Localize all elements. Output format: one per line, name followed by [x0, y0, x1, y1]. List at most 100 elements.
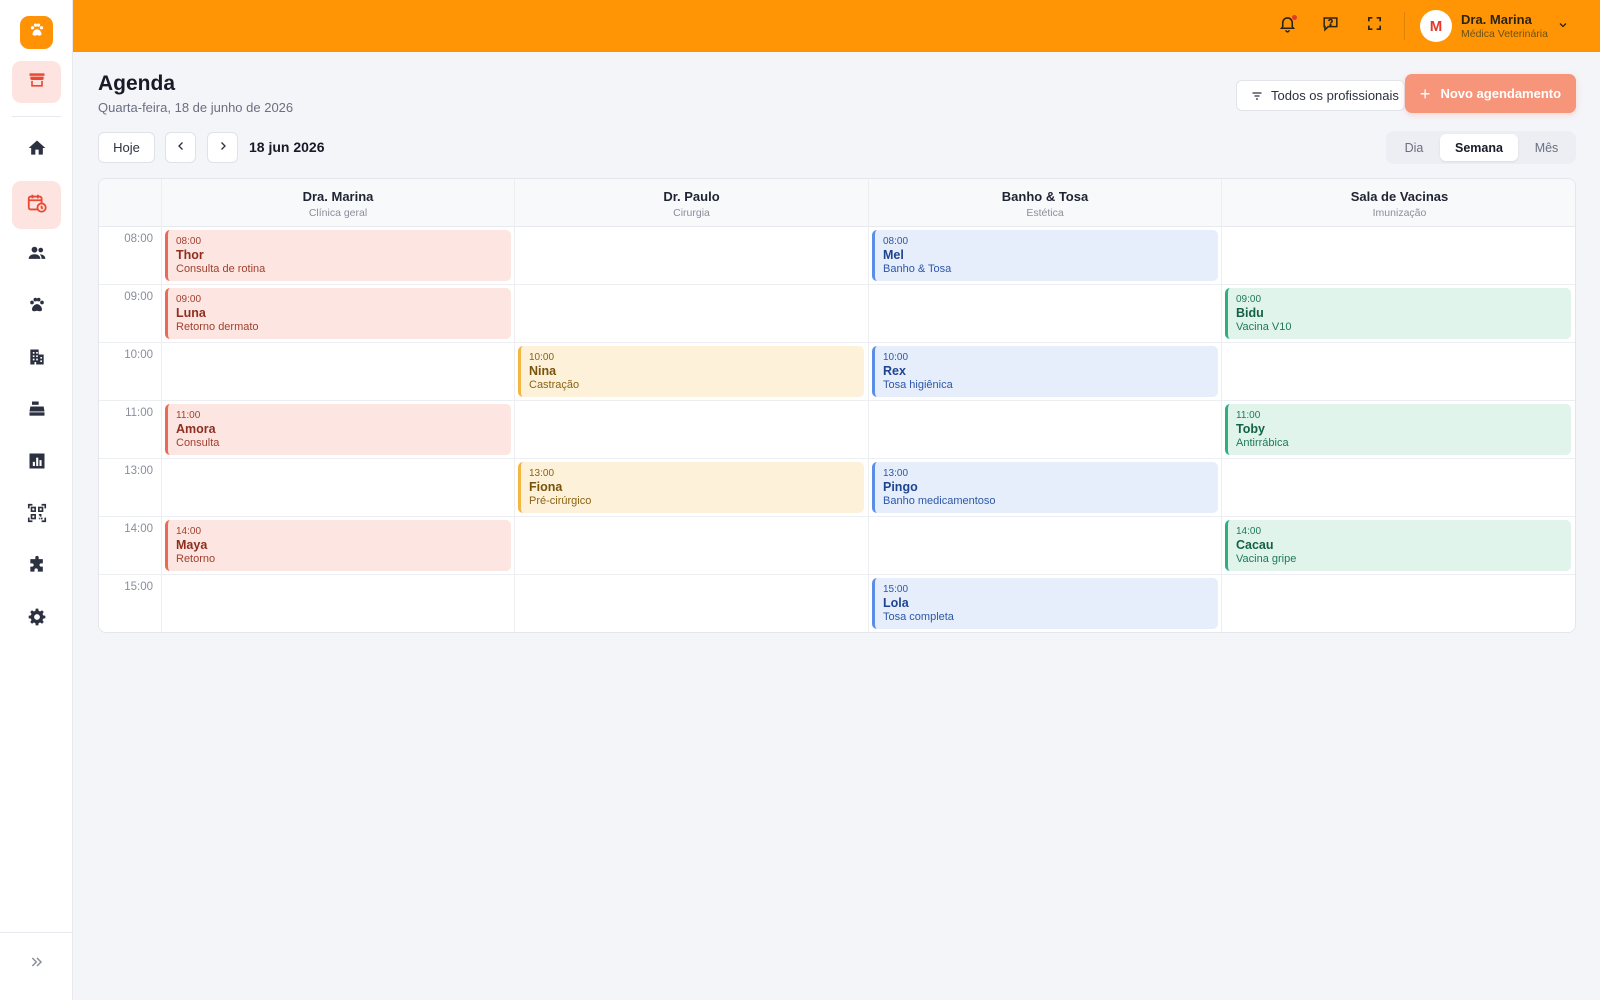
- sidebar-item-home[interactable]: [12, 129, 61, 171]
- sidebar-item-integrations[interactable]: [12, 546, 61, 588]
- appointment-pet: Bidu: [1236, 306, 1264, 320]
- time-label: 08:00: [124, 233, 153, 245]
- chevron-down-icon[interactable]: [1557, 18, 1569, 36]
- appointment-time: 10:00: [883, 352, 909, 363]
- appointment-time: 13:00: [529, 468, 555, 479]
- appointment-service: Banho & Tosa: [883, 263, 952, 275]
- sidebar-expand-button[interactable]: [12, 944, 61, 984]
- appointment-card[interactable]: 08:00 Thor Consulta de rotina: [165, 230, 511, 281]
- calendar-header: Dra. Marina Clínica geral Dr. Paulo Ciru…: [99, 179, 1575, 227]
- appointment-service: Banho medicamentoso: [883, 495, 996, 507]
- appointment-pet: Mel: [883, 248, 904, 262]
- fullscreen-button[interactable]: [1362, 14, 1386, 38]
- new-appointment-label: Novo agendamento: [1440, 86, 1562, 101]
- sidebar-item-clients[interactable]: [12, 234, 61, 276]
- appointment-card[interactable]: 11:00 Toby Antirrábica: [1225, 404, 1571, 455]
- plus-icon: +: [1419, 83, 1431, 104]
- appointment-service: Vacina gripe: [1236, 553, 1297, 565]
- appointment-card[interactable]: 09:00 Luna Retorno dermato: [165, 288, 511, 339]
- appointment-time: 09:00: [1236, 294, 1262, 305]
- appointment-card[interactable]: 13:00 Fiona Pré-cirúrgico: [518, 462, 864, 513]
- appointment-card[interactable]: 13:00 Pingo Banho medicamentoso: [872, 462, 1218, 513]
- appointment-pet: Luna: [176, 306, 206, 320]
- appointment-time: 13:00: [883, 468, 909, 479]
- filter-label: Todos os profissionais: [1271, 88, 1399, 103]
- user-name[interactable]: Dra. Marina: [1461, 12, 1532, 27]
- appointment-card[interactable]: 09:00 Bidu Vacina V10: [1225, 288, 1571, 339]
- sidebar-item-pets[interactable]: [12, 286, 61, 328]
- appointment-card[interactable]: 14:00 Maya Retorno: [165, 520, 511, 571]
- calendar-clock-icon: [26, 192, 48, 219]
- chevrons-right-icon: [29, 954, 45, 975]
- time-label: 14:00: [124, 523, 153, 535]
- appointment-service: Antirrábica: [1236, 437, 1289, 449]
- calendar-grid: Dra. Marina Clínica geral Dr. Paulo Ciru…: [98, 178, 1576, 633]
- appointment-pet: Nina: [529, 364, 557, 378]
- appointment-card[interactable]: 08:00 Mel Banho & Tosa: [872, 230, 1218, 281]
- time-row: 15:00: [99, 575, 1575, 632]
- user-role: Médica Veterinária: [1461, 28, 1548, 40]
- appointment-card[interactable]: 10:00 Rex Tosa higiênica: [872, 346, 1218, 397]
- column-name: Dr. Paulo: [663, 189, 720, 204]
- sidebar-divider: [12, 116, 61, 117]
- notification-dot: [1292, 15, 1297, 20]
- page-date: Quarta-feira, 18 de junho de 2026: [98, 100, 294, 115]
- new-appointment-button[interactable]: + Novo agendamento: [1405, 74, 1576, 113]
- appointment-pet: Fiona: [529, 480, 563, 494]
- column-header: Banho & Tosa Estética: [868, 179, 1221, 227]
- appointment-service: Castração: [529, 379, 580, 391]
- appointment-card[interactable]: 11:00 Amora Consulta: [165, 404, 511, 455]
- store-icon: [27, 70, 47, 95]
- sidebar-item-store[interactable]: [12, 61, 61, 103]
- column-name: Dra. Marina: [302, 189, 374, 204]
- column-divider: [1221, 179, 1222, 632]
- column-subtitle: Estética: [1026, 207, 1064, 219]
- appointment-pet: Thor: [176, 248, 204, 262]
- current-date: 18 jun 2026: [249, 139, 325, 155]
- paw-icon: [28, 21, 46, 44]
- help-chat-button[interactable]: [1318, 14, 1342, 38]
- sidebar-divider: [0, 932, 73, 933]
- sidebar-item-settings[interactable]: [12, 598, 61, 640]
- appointment-time: 10:00: [529, 352, 555, 363]
- page-title: Agenda: [98, 72, 176, 95]
- appointment-service: Consulta: [176, 437, 220, 449]
- appointment-card[interactable]: 15:00 Lola Tosa completa: [872, 578, 1218, 629]
- sidebar-item-reports[interactable]: [12, 442, 61, 484]
- cash-register-icon: [27, 399, 47, 424]
- appointment-time: 09:00: [176, 294, 202, 305]
- appointment-service: Retorno dermato: [176, 321, 259, 333]
- tab-week[interactable]: Semana: [1440, 134, 1518, 161]
- appointment-pet: Maya: [176, 538, 208, 552]
- appointment-card[interactable]: 10:00 Nina Castração: [518, 346, 864, 397]
- appointment-pet: Rex: [883, 364, 906, 378]
- appointment-pet: Toby: [1236, 422, 1265, 436]
- appointment-time: 08:00: [176, 236, 202, 247]
- sidebar-item-clinic[interactable]: [12, 338, 61, 380]
- time-label: 10:00: [124, 349, 153, 361]
- column-header: Dra. Marina Clínica geral: [161, 179, 514, 227]
- sidebar-item-qrcode[interactable]: [12, 494, 61, 536]
- tab-month[interactable]: Mês: [1520, 134, 1573, 161]
- column-name: Banho & Tosa: [1001, 189, 1089, 204]
- appointment-time: 14:00: [1236, 526, 1262, 537]
- previous-button[interactable]: [165, 132, 196, 163]
- chat-help-icon: [1321, 14, 1340, 38]
- app-logo[interactable]: [20, 16, 53, 49]
- tab-day[interactable]: Dia: [1389, 134, 1439, 161]
- today-button[interactable]: Hoje: [98, 132, 155, 163]
- appointment-time: 08:00: [883, 236, 909, 247]
- notifications-button[interactable]: [1275, 14, 1299, 38]
- column-header: Dr. Paulo Cirurgia: [514, 179, 868, 227]
- column-subtitle: Clínica geral: [308, 207, 368, 219]
- appointment-pet: Pingo: [883, 480, 918, 494]
- sidebar-item-cashier[interactable]: [12, 390, 61, 432]
- avatar[interactable]: M: [1420, 10, 1452, 42]
- column-name: Sala de Vacinas: [1350, 189, 1449, 204]
- next-button[interactable]: [207, 132, 238, 163]
- sidebar-item-agenda[interactable]: [12, 181, 61, 229]
- puzzle-icon: [27, 555, 47, 580]
- professionals-filter-button[interactable]: Todos os profissionais: [1236, 80, 1405, 111]
- appointment-card[interactable]: 14:00 Cacau Vacina gripe: [1225, 520, 1571, 571]
- fullscreen-icon: [1366, 15, 1383, 37]
